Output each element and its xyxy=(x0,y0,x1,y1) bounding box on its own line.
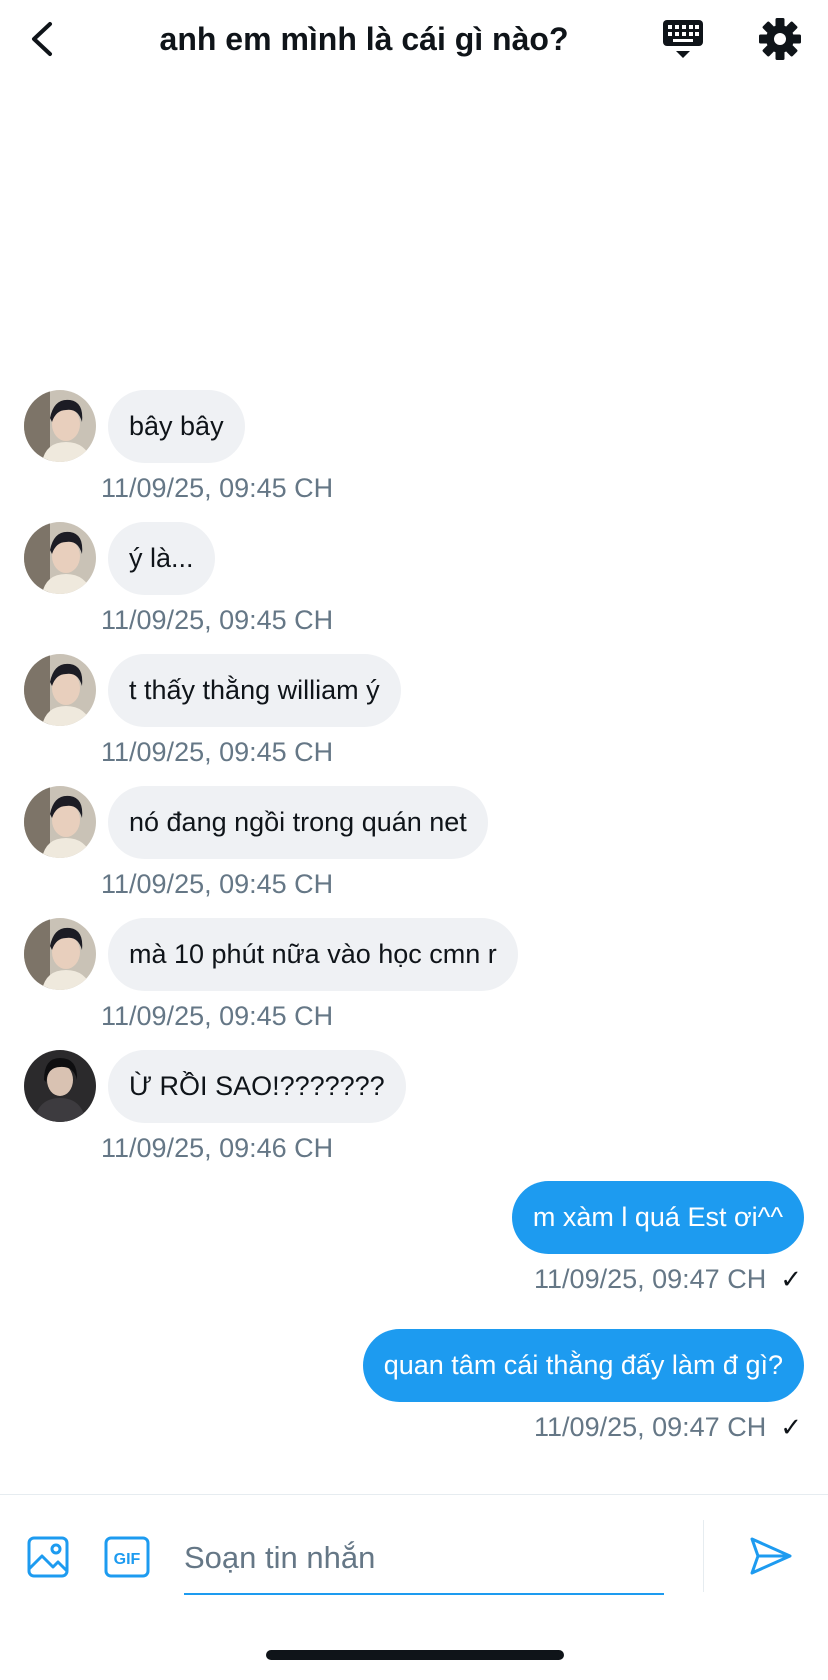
message-input[interactable] xyxy=(184,1523,664,1595)
send-icon[interactable] xyxy=(748,1533,794,1579)
avatar[interactable] xyxy=(24,654,96,726)
message-timestamp: 11/09/25, 09:46 CH xyxy=(101,1133,334,1163)
message-timestamp: 11/09/25, 09:45 CH xyxy=(101,473,334,503)
avatar[interactable] xyxy=(24,390,96,462)
image-icon[interactable] xyxy=(26,1535,70,1579)
timestamp-text: 11/09/25, 09:47 CH xyxy=(534,1412,767,1442)
own-message-bubble[interactable]: quan tâm cái thằng đấy làm đ gì? xyxy=(362,1329,804,1402)
message-timestamp-own: 11/09/25, 09:47 CH ✓ xyxy=(534,1261,802,1297)
avatar[interactable] xyxy=(24,786,96,858)
keyboard-icon[interactable] xyxy=(660,16,706,62)
gif-icon[interactable]: GIF xyxy=(104,1535,150,1579)
message-timestamp: 11/09/25, 09:45 CH xyxy=(101,869,334,899)
message-bubble[interactable]: nó đang ngồi trong quán net xyxy=(108,786,488,859)
message-bubble[interactable]: bây bây xyxy=(108,390,245,463)
gear-icon[interactable] xyxy=(757,16,803,62)
composer-divider xyxy=(703,1520,704,1592)
conversation-title: anh em mình là cái gì nào? xyxy=(159,21,569,57)
avatar[interactable] xyxy=(24,918,96,990)
message-timestamp-own: 11/09/25, 09:47 CH ✓ xyxy=(534,1409,802,1445)
message-bubble[interactable]: t thấy thằng william ý xyxy=(108,654,401,727)
timestamp-text: 11/09/25, 09:47 CH xyxy=(534,1264,767,1294)
avatar[interactable] xyxy=(24,522,96,594)
own-message-bubble[interactable]: m xàm l quá Est ơi^^ xyxy=(511,1181,804,1254)
avatar[interactable] xyxy=(24,1050,96,1122)
read-check-icon: ✓ xyxy=(780,1264,802,1294)
message-timestamp: 11/09/25, 09:45 CH xyxy=(101,605,334,635)
message-bubble[interactable]: mà 10 phút nữa vào học cmn r xyxy=(108,918,518,991)
home-indicator[interactable] xyxy=(266,1650,564,1660)
gif-label: GIF xyxy=(114,1551,141,1568)
read-check-icon: ✓ xyxy=(780,1412,802,1442)
message-bubble[interactable]: Ừ RỒI SAO!??????? xyxy=(108,1050,406,1123)
chevron-left-icon[interactable] xyxy=(22,16,68,62)
message-bubble[interactable]: ý là... xyxy=(108,522,215,595)
message-timestamp: 11/09/25, 09:45 CH xyxy=(101,1001,334,1031)
chat-header: anh em mình là cái gì nào? xyxy=(0,0,828,80)
message-timestamp: 11/09/25, 09:45 CH xyxy=(101,737,334,767)
